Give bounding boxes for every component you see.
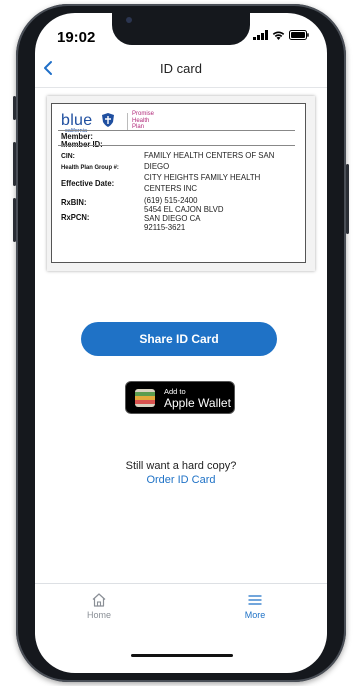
provider-line: FAMILY HEALTH CENTERS OF SAN <box>144 150 275 160</box>
shield-icon <box>102 113 114 127</box>
battery-icon <box>289 30 309 40</box>
tab-more-label: More <box>244 610 266 620</box>
plan-line: Promise <box>132 111 155 117</box>
logo-divider <box>127 113 128 130</box>
provider-zip: 92115-3621 <box>144 222 186 232</box>
order-id-card-link[interactable]: Order ID Card <box>35 474 327 486</box>
cin-label: CIN: <box>61 151 75 160</box>
share-id-card-button[interactable]: Share ID Card <box>81 322 277 356</box>
signal-icon <box>253 30 268 40</box>
tab-bar: Home More <box>35 583 327 644</box>
effective-date-label: Effective Date: <box>61 178 115 188</box>
tab-home-label: Home <box>86 610 111 620</box>
power-button <box>346 164 349 234</box>
provider-line: DIEGO <box>144 161 170 171</box>
divider <box>58 130 295 131</box>
tab-more[interactable]: More <box>215 592 295 620</box>
hard-copy-text: Still want a hard copy? <box>125 460 237 472</box>
rxbin-label: RxBIN: <box>61 197 87 207</box>
tab-home[interactable]: Home <box>59 592 139 620</box>
volume-up-button <box>13 142 16 186</box>
volume-down-button <box>13 198 16 242</box>
rxpcn-label: RxPCN: <box>61 212 90 222</box>
status-time: 19:02 <box>57 29 96 46</box>
member-id-label: Member ID: <box>61 139 103 149</box>
id-card: blue california Promise Health Plan Memb… <box>51 103 306 263</box>
nav-bar: ID card <box>35 53 327 88</box>
group-label: Health Plan Group #: <box>61 164 119 171</box>
add-to-apple-wallet-button[interactable]: Add to Apple Wallet <box>125 381 235 414</box>
divider <box>58 145 295 146</box>
notch <box>112 13 250 45</box>
blue-shield-logo: blue california <box>61 112 114 134</box>
menu-icon <box>248 595 262 605</box>
mute-switch <box>13 96 16 120</box>
id-card-image: blue california Promise Health Plan Memb… <box>47 96 315 271</box>
wallet-icon <box>135 389 155 407</box>
home-indicator <box>131 654 233 657</box>
screen: 19:02 ID card blue california Promise He… <box>35 13 327 673</box>
plan-name: Promise Health Plan <box>132 111 154 131</box>
provider-line: CENTERS INC <box>144 183 198 193</box>
wallet-big-label: Apple Wallet <box>164 396 231 410</box>
page-title: ID card <box>160 61 202 76</box>
status-icons <box>253 30 309 40</box>
wifi-icon <box>272 31 285 40</box>
wallet-small-label: Add to <box>164 387 186 396</box>
logo-word: blue <box>61 112 93 129</box>
camera-icon <box>126 17 132 23</box>
home-icon <box>92 593 106 607</box>
provider-line: CITY HEIGHTS FAMILY HEALTH <box>144 172 261 182</box>
